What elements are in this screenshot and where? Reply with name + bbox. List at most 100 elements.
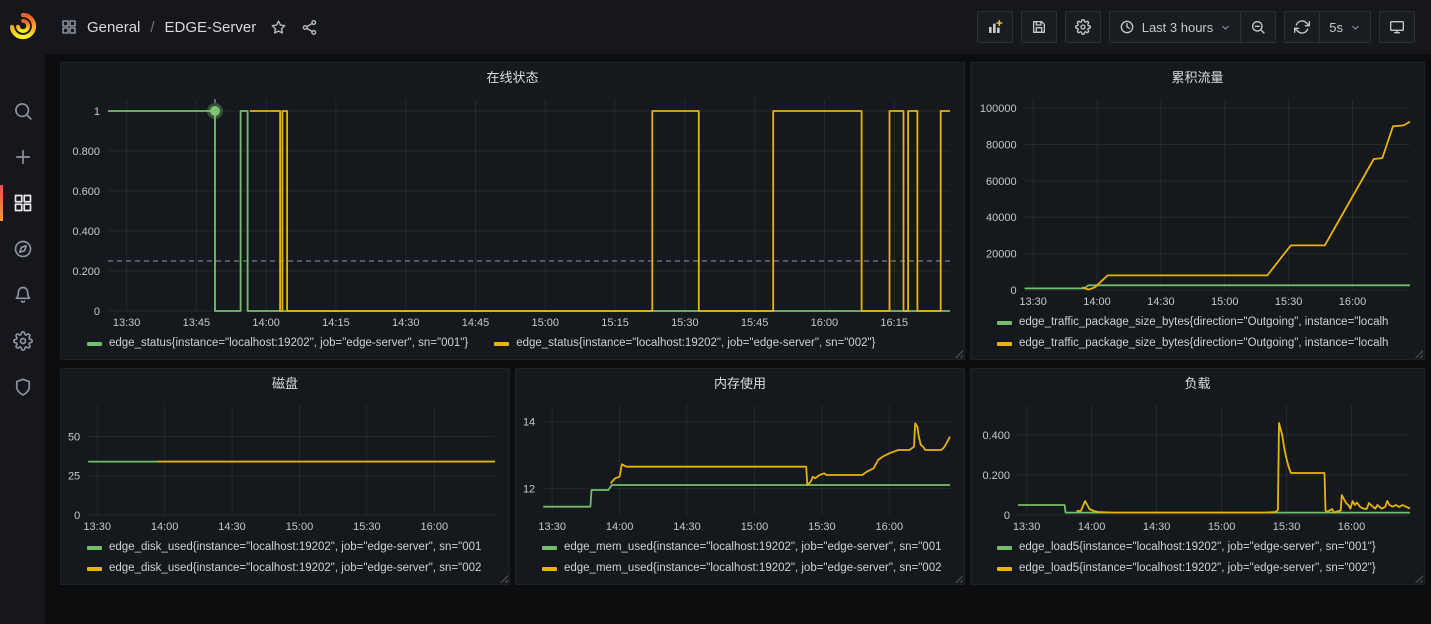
y-tick-label: 0.200 [72, 266, 100, 278]
series-color-swatch [997, 546, 1012, 550]
chart-svg: 121413:3014:0014:3015:0015:3016:00 [516, 395, 964, 537]
legend-item[interactable]: edge_status{instance="localhost:19202", … [87, 333, 468, 354]
x-tick-label: 14:30 [673, 521, 701, 533]
y-tick-label: 0.600 [72, 186, 100, 198]
panel-load: 负载00.2000.40013:3014:0014:3015:0015:3016… [970, 368, 1425, 585]
y-tick-label: 0 [1004, 510, 1010, 522]
y-tick-label: 1 [94, 106, 100, 118]
series-label: edge_disk_used{instance="localhost:19202… [109, 558, 481, 579]
x-tick-label: 13:30 [83, 521, 111, 533]
time-series-chart-memory-usage: 121413:3014:0014:3015:0015:3016:00 [516, 395, 964, 537]
topbar: General / EDGE-Server Last 3 hours 5s [45, 0, 1431, 54]
chevron-down-icon [1350, 22, 1361, 33]
x-tick-label: 14:45 [462, 317, 490, 329]
grafana-logo-icon[interactable] [0, 0, 45, 52]
refresh-interval-select[interactable]: 5s [1319, 12, 1370, 42]
series-line [1077, 423, 1411, 513]
x-tick-label: 16:15 [880, 317, 908, 329]
y-tick-label: 25 [68, 471, 80, 483]
toolbar-group [1379, 11, 1415, 43]
sidebar-item-alerting[interactable] [0, 272, 45, 318]
x-tick-label: 15:30 [808, 521, 836, 533]
series-color-swatch [542, 546, 557, 550]
toolbar-group: Last 3 hours [1109, 11, 1277, 43]
x-tick-label: 16:00 [876, 521, 904, 533]
sidebar [0, 0, 45, 624]
x-tick-label: 14:30 [1143, 521, 1171, 533]
legend-item[interactable]: edge_mem_used{instance="localhost:19202"… [542, 558, 956, 579]
panel-legend: edge_mem_used{instance="localhost:19202"… [516, 537, 964, 584]
series-color-swatch [87, 546, 102, 550]
search-icon [13, 101, 33, 121]
shield-icon [13, 377, 33, 397]
panel-online-status: 在线状态00.2000.4000.6000.800113:3013:4514:0… [60, 62, 965, 360]
save-dashboard-button[interactable] [1022, 12, 1056, 42]
legend-item[interactable]: edge_traffic_package_size_bytes{directio… [997, 312, 1416, 333]
x-tick-label: 13:30 [1013, 521, 1041, 533]
add-panel-icon [987, 19, 1003, 35]
x-tick-label: 15:00 [741, 521, 769, 533]
x-tick-label: 13:30 [1019, 296, 1047, 308]
y-tick-label: 40000 [986, 212, 1017, 224]
sidebar-item-explore[interactable] [0, 226, 45, 272]
panel-legend: edge_disk_used{instance="localhost:19202… [61, 537, 509, 584]
series-color-swatch [494, 342, 509, 346]
x-tick-label: 14:00 [1078, 521, 1106, 533]
sidebar-item-dashboards[interactable] [0, 180, 45, 226]
sidebar-item-create[interactable] [0, 134, 45, 180]
toolbar-group [977, 11, 1013, 43]
kiosk-mode-button[interactable] [1380, 12, 1414, 42]
bell-icon [13, 285, 33, 305]
sidebar-item-server-admin[interactable] [0, 364, 45, 410]
x-tick-label: 14:30 [1147, 296, 1175, 308]
series-color-swatch [542, 567, 557, 571]
breadcrumb: General / EDGE-Server [61, 19, 318, 36]
dashboard-settings-button[interactable] [1066, 12, 1100, 42]
panel-title-load[interactable]: 负载 [971, 369, 1424, 395]
legend-item[interactable]: edge_status{instance="localhost:19202", … [494, 333, 875, 354]
x-tick-label: 14:00 [252, 317, 280, 329]
x-tick-label: 13:45 [183, 317, 211, 329]
panel-title-cumulative-traffic[interactable]: 累积流量 [971, 63, 1424, 89]
panel-title-online-status[interactable]: 在线状态 [61, 63, 964, 89]
refresh-button[interactable] [1285, 12, 1319, 42]
dashboard-grid-icon [61, 19, 77, 35]
sidebar-item-configuration[interactable] [0, 318, 45, 364]
legend-item[interactable]: edge_load5{instance="localhost:19202", j… [997, 537, 1416, 558]
gear-icon [13, 331, 33, 351]
series-line [1082, 122, 1410, 290]
zoom-out-button[interactable] [1240, 12, 1275, 42]
legend-item[interactable]: edge_disk_used{instance="localhost:19202… [87, 558, 501, 579]
breadcrumb-separator: / [150, 19, 154, 36]
sidebar-item-search[interactable] [0, 88, 45, 134]
legend-item[interactable]: edge_disk_used{instance="localhost:19202… [87, 537, 501, 558]
y-tick-label: 80000 [986, 139, 1017, 151]
legend-item[interactable]: edge_load5{instance="localhost:19202", j… [997, 558, 1416, 579]
dashboard-row-2: 磁盘0255013:3014:0014:3015:0015:3016:00edg… [60, 368, 1425, 585]
legend-item[interactable]: edge_mem_used{instance="localhost:19202"… [542, 537, 956, 558]
breadcrumb-dashboard-title[interactable]: EDGE-Server [165, 19, 257, 36]
series-label: edge_traffic_package_size_bytes{directio… [1019, 312, 1388, 333]
star-icon[interactable] [270, 19, 287, 36]
chart-svg: 02000040000600008000010000013:3014:0014:… [971, 89, 1424, 312]
series-label: edge_mem_used{instance="localhost:19202"… [564, 558, 941, 579]
panel-title-memory-usage[interactable]: 内存使用 [516, 369, 964, 395]
x-tick-label: 14:00 [1083, 296, 1111, 308]
y-tick-label: 12 [523, 483, 535, 495]
y-tick-label: 20000 [986, 249, 1017, 261]
legend-item[interactable]: edge_traffic_package_size_bytes{directio… [997, 333, 1416, 354]
panel-title-disk[interactable]: 磁盘 [61, 369, 509, 395]
add-panel-button[interactable] [978, 12, 1012, 42]
time-picker-button[interactable]: Last 3 hours [1110, 12, 1241, 42]
compass-icon [13, 239, 33, 259]
save-icon [1031, 19, 1047, 35]
y-tick-label: 0.400 [982, 430, 1010, 442]
x-tick-label: 15:00 [1208, 521, 1236, 533]
series-label: edge_status{instance="localhost:19202", … [516, 333, 875, 354]
share-icon[interactable] [301, 19, 318, 36]
series-color-swatch [997, 321, 1012, 325]
annotation-dot[interactable] [210, 106, 220, 116]
y-tick-label: 14 [523, 417, 535, 429]
clock-icon [1119, 19, 1135, 35]
breadcrumb-section[interactable]: General [87, 19, 140, 36]
